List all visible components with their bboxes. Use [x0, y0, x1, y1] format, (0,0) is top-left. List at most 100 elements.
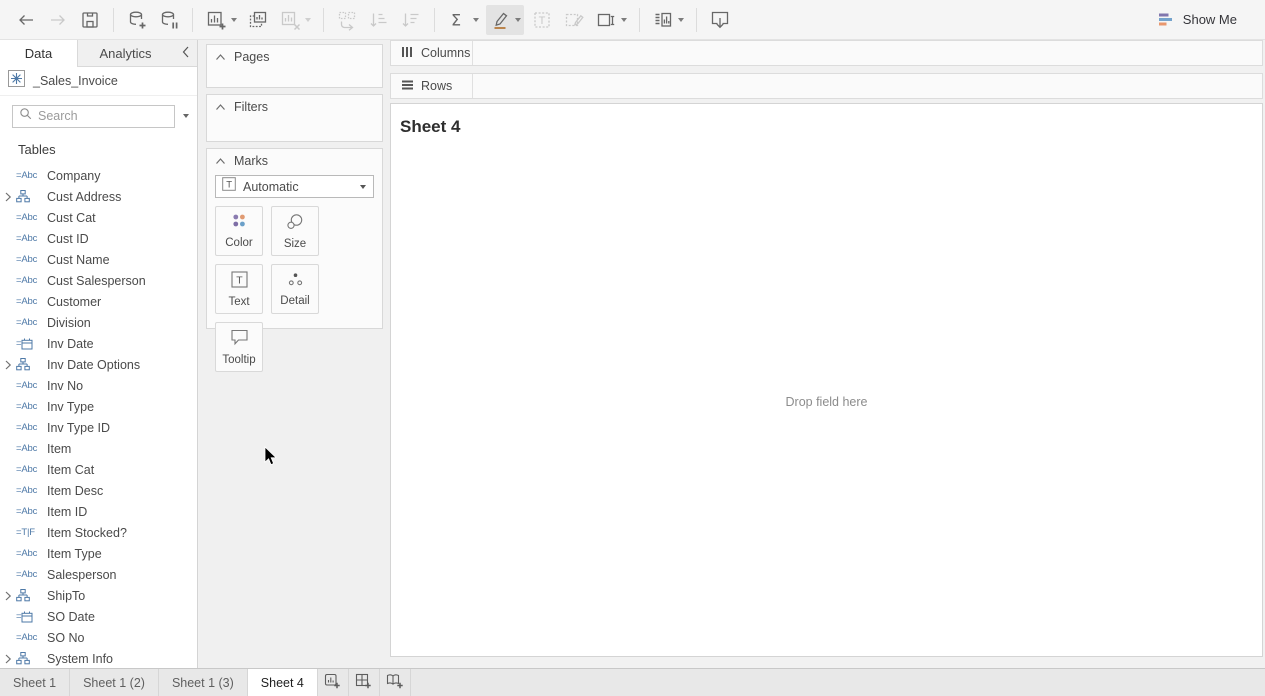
tables-header: Tables	[0, 136, 197, 162]
new-dashboard-icon	[355, 673, 372, 693]
field-cust-id[interactable]: =AbcCust ID	[0, 228, 197, 249]
filters-title: Filters	[234, 100, 268, 114]
field-label: Item Type	[47, 547, 102, 561]
field-cust-address[interactable]: Cust Address	[0, 186, 197, 207]
field-so-no[interactable]: =AbcSO No	[0, 627, 197, 648]
text-icon: T	[231, 271, 248, 293]
save-button[interactable]	[76, 5, 104, 35]
field-division[interactable]: =AbcDivision	[0, 312, 197, 333]
field-inv-no[interactable]: =AbcInv No	[0, 375, 197, 396]
calculated-string-field-icon: =Abc	[14, 401, 47, 412]
tooltip-icon	[230, 329, 249, 351]
field-system-info[interactable]: System Info	[0, 648, 197, 668]
new-worksheet-button[interactable]	[318, 669, 349, 696]
tab-data-label: Data	[25, 46, 52, 61]
text-mark-button[interactable]: T Text	[215, 264, 263, 314]
fit-button[interactable]	[592, 5, 630, 35]
expand-chevron-icon[interactable]	[0, 192, 14, 202]
toolbar: ΣT Show Me	[0, 0, 1265, 40]
search-input[interactable]	[38, 109, 168, 123]
sheet-tab-sheet-1-2[interactable]: Sheet 1 (2)	[70, 669, 159, 696]
field-customer[interactable]: =AbcCustomer	[0, 291, 197, 312]
size-mark-button[interactable]: Size	[271, 206, 319, 256]
field-item-id[interactable]: =AbcItem ID	[0, 501, 197, 522]
text-label: Text	[228, 296, 249, 308]
swap-rows-columns-button	[333, 5, 361, 35]
field-inv-type-id[interactable]: =AbcInv Type ID	[0, 417, 197, 438]
columns-label: Columns	[421, 46, 470, 60]
calculated-string-field-icon: =Abc	[14, 317, 47, 328]
collapse-pane-button[interactable]	[173, 40, 197, 67]
detail-mark-button[interactable]: Detail	[271, 264, 319, 314]
data-pane-options-caret[interactable]	[183, 114, 189, 118]
mark-buttons: ColorSize T Text DetailTooltip	[207, 206, 382, 372]
size-icon	[285, 213, 305, 235]
totals-button[interactable]: Σ	[444, 5, 482, 35]
field-label: Cust Address	[47, 190, 121, 204]
pause-auto-updates-button[interactable]	[155, 5, 183, 35]
save-icon	[79, 9, 101, 31]
field-item-type[interactable]: =AbcItem Type	[0, 543, 197, 564]
field-item[interactable]: =AbcItem	[0, 438, 197, 459]
new-worksheet-button[interactable]	[202, 5, 240, 35]
toolbar-divider	[323, 8, 324, 32]
show-me-button[interactable]: Show Me	[1158, 12, 1237, 27]
tab-analytics[interactable]: Analytics	[78, 40, 173, 67]
duplicate-sheet-button[interactable]	[244, 5, 272, 35]
field-cust-name[interactable]: =AbcCust Name	[0, 249, 197, 270]
hierarchy-icon	[14, 652, 47, 665]
field-label: Cust Cat	[47, 211, 96, 225]
sheet-canvas[interactable]: Sheet 4 Drop field here	[390, 103, 1263, 657]
columns-shelf: Columns	[390, 40, 1263, 66]
pages-card[interactable]: Pages	[206, 44, 383, 88]
filters-collapse-icon[interactable]	[215, 103, 226, 111]
rows-shelf-drop[interactable]	[473, 74, 1262, 98]
field-label: Item Desc	[47, 484, 103, 498]
show-hide-cards-icon	[652, 9, 674, 31]
field-item-cat[interactable]: =AbcItem Cat	[0, 459, 197, 480]
field-item-desc[interactable]: =AbcItem Desc	[0, 480, 197, 501]
field-inv-date[interactable]: =Inv Date	[0, 333, 197, 354]
field-company[interactable]: =AbcCompany	[0, 165, 197, 186]
expand-chevron-icon[interactable]	[0, 360, 14, 370]
marks-collapse-icon[interactable]	[215, 157, 226, 165]
presentation-mode-icon	[709, 9, 731, 31]
cards-panel: Pages Filters Marks T Automatic ColorSiz…	[199, 40, 390, 668]
tooltip-mark-button[interactable]: Tooltip	[215, 322, 263, 372]
rows-shelf: Rows	[390, 73, 1263, 99]
field-shipto[interactable]: ShipTo	[0, 585, 197, 606]
sheet-tab-sheet-1[interactable]: Sheet 1	[0, 669, 70, 696]
field-inv-date-options[interactable]: Inv Date Options	[0, 354, 197, 375]
field-salesperson[interactable]: =AbcSalesperson	[0, 564, 197, 585]
tab-data[interactable]: Data	[0, 40, 78, 67]
mark-type-value: Automatic	[243, 180, 356, 194]
new-worksheet-caret-icon	[231, 18, 237, 22]
chevron-left-icon	[181, 46, 190, 61]
sheet-tab-sheet-1-3[interactable]: Sheet 1 (3)	[159, 669, 248, 696]
color-mark-button[interactable]: Color	[215, 206, 263, 256]
field-item-stocked[interactable]: =T|FItem Stocked?	[0, 522, 197, 543]
highlight-button[interactable]	[486, 5, 524, 35]
fields-list: =AbcCompanyCust Address=AbcCust Cat=AbcC…	[0, 162, 197, 668]
datasource-item[interactable]: _Sales_Invoice	[0, 67, 197, 96]
field-inv-type[interactable]: =AbcInv Type	[0, 396, 197, 417]
field-cust-salesperson[interactable]: =AbcCust Salesperson	[0, 270, 197, 291]
pages-collapse-icon[interactable]	[215, 53, 226, 61]
mark-type-dropdown[interactable]: T Automatic	[215, 175, 374, 198]
new-dashboard-button[interactable]	[349, 669, 380, 696]
expand-chevron-icon[interactable]	[0, 654, 14, 664]
columns-shelf-drop[interactable]	[473, 41, 1262, 65]
back-arrow-button[interactable]	[12, 5, 40, 35]
sheet-tab-sheet-4[interactable]: Sheet 4	[248, 669, 318, 696]
calculated-boolean-field-icon: =T|F	[14, 527, 47, 538]
field-so-date[interactable]: =SO Date	[0, 606, 197, 627]
new-data-source-button[interactable]	[123, 5, 151, 35]
presentation-mode-button[interactable]	[706, 5, 734, 35]
field-cust-cat[interactable]: =AbcCust Cat	[0, 207, 197, 228]
expand-chevron-icon[interactable]	[0, 591, 14, 601]
hierarchy-icon	[14, 589, 47, 602]
datasource-icon	[8, 70, 25, 92]
show-hide-cards-button[interactable]	[649, 5, 687, 35]
filters-card[interactable]: Filters	[206, 94, 383, 142]
new-story-button[interactable]	[380, 669, 411, 696]
